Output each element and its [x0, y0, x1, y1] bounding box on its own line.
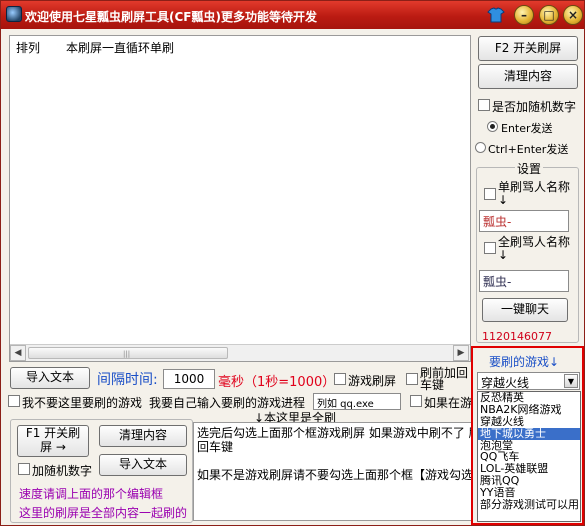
bottom-clear-button[interactable]: 清理内容 — [99, 425, 187, 447]
game-refresh-label: 游戏刷屏 — [348, 374, 397, 388]
game-list-header: 要刷的游戏↓ — [489, 355, 560, 369]
bottom-random-label: 加随机数字 — [32, 464, 93, 478]
all-content-hint-label: 这里的刷屏是全部内容一起刷的 — [19, 506, 188, 520]
title-bar: 欢迎使用七星瓢虫刷屏工具(CF瓢虫)更多功能等待开发 – □ × — [1, 1, 584, 29]
one-click-chat-button[interactable]: 一键聊天 — [482, 298, 568, 322]
press-enter-checkbox[interactable] — [406, 373, 418, 385]
game-option[interactable]: YY语音 — [478, 487, 580, 499]
bottom-random-checkbox[interactable] — [18, 463, 30, 475]
scroll-right-icon[interactable]: ▶ — [453, 345, 469, 361]
import-text-button[interactable]: 导入文本 — [10, 367, 90, 389]
maximize-icon: □ — [543, 8, 555, 22]
f1-toggle-button[interactable]: F1 开关刷屏 → — [17, 425, 89, 457]
game-option[interactable]: LOL-英雄联盟 — [478, 463, 580, 475]
game-option[interactable]: 穿越火线 — [478, 416, 580, 428]
all-name-checkbox[interactable] — [484, 242, 496, 254]
bottom-import-button[interactable]: 导入文本 — [99, 454, 187, 476]
text-line: 回车键 — [197, 440, 234, 454]
random-number-label: 是否加随机数字 — [492, 100, 577, 114]
enter-send-label: Enter发送 — [501, 122, 553, 135]
interval-input[interactable]: 1000 — [163, 369, 215, 389]
speed-hint-label: 速度请调上面的那个编辑框 — [19, 487, 164, 501]
column-content[interactable]: 本刷屏一直循环单刷 — [66, 39, 174, 56]
all-brush-textarea[interactable]: 选完后勾选上面那个框游戏刷屏 如果游戏中刷不了 刷 回车键 如果不是游戏刷屏请不… — [193, 422, 473, 521]
random-number-checkbox[interactable] — [478, 99, 490, 111]
horizontal-scrollbar[interactable]: ◀ ||| ▶ — [10, 344, 470, 361]
dropdown-arrow-icon[interactable]: ▼ — [564, 374, 578, 388]
all-name-label: 全刷骂人名称↓ — [498, 235, 571, 262]
game-select[interactable]: 穿越火线 ▼ — [477, 372, 580, 390]
single-name-input[interactable]: 瓢虫- — [479, 210, 569, 232]
app-icon — [6, 6, 22, 22]
close-icon: × — [567, 8, 579, 22]
minimize-button[interactable]: – — [514, 5, 534, 25]
game-refresh-checkbox[interactable] — [334, 373, 346, 385]
scroll-left-icon[interactable]: ◀ — [10, 345, 26, 361]
window-title: 欢迎使用七星瓢虫刷屏工具(CF瓢虫)更多功能等待开发 — [25, 10, 317, 24]
press-enter-label: 刷前加回车键 — [420, 366, 469, 392]
game-dropdown-list[interactable]: 反恐精英 NBA2K网络游戏 穿越火线 地下城以勇士 泡泡堂 QQ飞车 LOL-… — [477, 391, 581, 522]
qq-number-link[interactable]: 1120146077 — [482, 330, 552, 343]
enter-send-radio[interactable] — [487, 121, 498, 132]
settings-title: 设置 — [515, 160, 544, 177]
game-option[interactable]: 反恐精英 — [478, 392, 580, 404]
game-option[interactable]: NBA2K网络游戏 — [478, 404, 580, 416]
game-option-selected[interactable]: 地下城以勇士 — [478, 427, 580, 440]
maximize-button[interactable]: □ — [539, 5, 559, 25]
f2-toggle-button[interactable]: F2 开关刷屏 — [478, 36, 578, 61]
ctrl-enter-send-label: Ctrl+Enter发送 — [488, 143, 569, 156]
minimize-icon: – — [521, 8, 527, 22]
game-option[interactable]: 泡泡堂 — [478, 440, 580, 452]
not-game-label: 我不要这里要刷的游戏 — [22, 396, 143, 410]
close-button[interactable]: × — [563, 5, 583, 25]
game-option[interactable]: QQ飞车 — [478, 451, 580, 463]
process-input[interactable]: 列如 qq.exe — [313, 393, 401, 410]
if-in-game-checkbox[interactable] — [410, 395, 422, 407]
clear-content-button[interactable]: 清理内容 — [478, 64, 578, 89]
ctrl-enter-send-radio[interactable] — [475, 142, 486, 153]
single-name-checkbox[interactable] — [484, 188, 496, 200]
game-option[interactable]: 部分游戏测试可以用 — [478, 499, 580, 511]
text-line: 如果不是游戏刷屏请不要勾选上面那个框【游戏勾选】 — [197, 468, 473, 482]
scroll-thumb[interactable]: ||| — [28, 347, 228, 359]
ms-hint-label: 毫秒（1秒=1000） — [218, 375, 336, 390]
interval-label: 间隔时间: — [97, 372, 158, 388]
single-name-label: 单刷骂人名称↓ — [498, 180, 571, 207]
message-list[interactable]: 排列 本刷屏一直循环单刷 ◀ ||| ▶ — [9, 35, 471, 362]
game-option[interactable]: 腾讯QQ — [478, 475, 580, 487]
if-in-game-label: 如果在游戏 — [424, 396, 471, 410]
game-select-value: 穿越火线 — [481, 376, 530, 390]
all-name-input[interactable]: 瓢虫- — [479, 270, 569, 292]
not-game-checkbox[interactable] — [8, 395, 20, 407]
column-order[interactable]: 排列 — [16, 39, 40, 56]
text-line: 选完后勾选上面那个框游戏刷屏 如果游戏中刷不了 刷 — [197, 426, 473, 440]
list-header: 排列 本刷屏一直循环单刷 — [10, 36, 470, 56]
main-window: 欢迎使用七星瓢虫刷屏工具(CF瓢虫)更多功能等待开发 – □ × 排列 本刷屏一… — [0, 0, 585, 526]
skin-icon[interactable] — [486, 5, 506, 25]
